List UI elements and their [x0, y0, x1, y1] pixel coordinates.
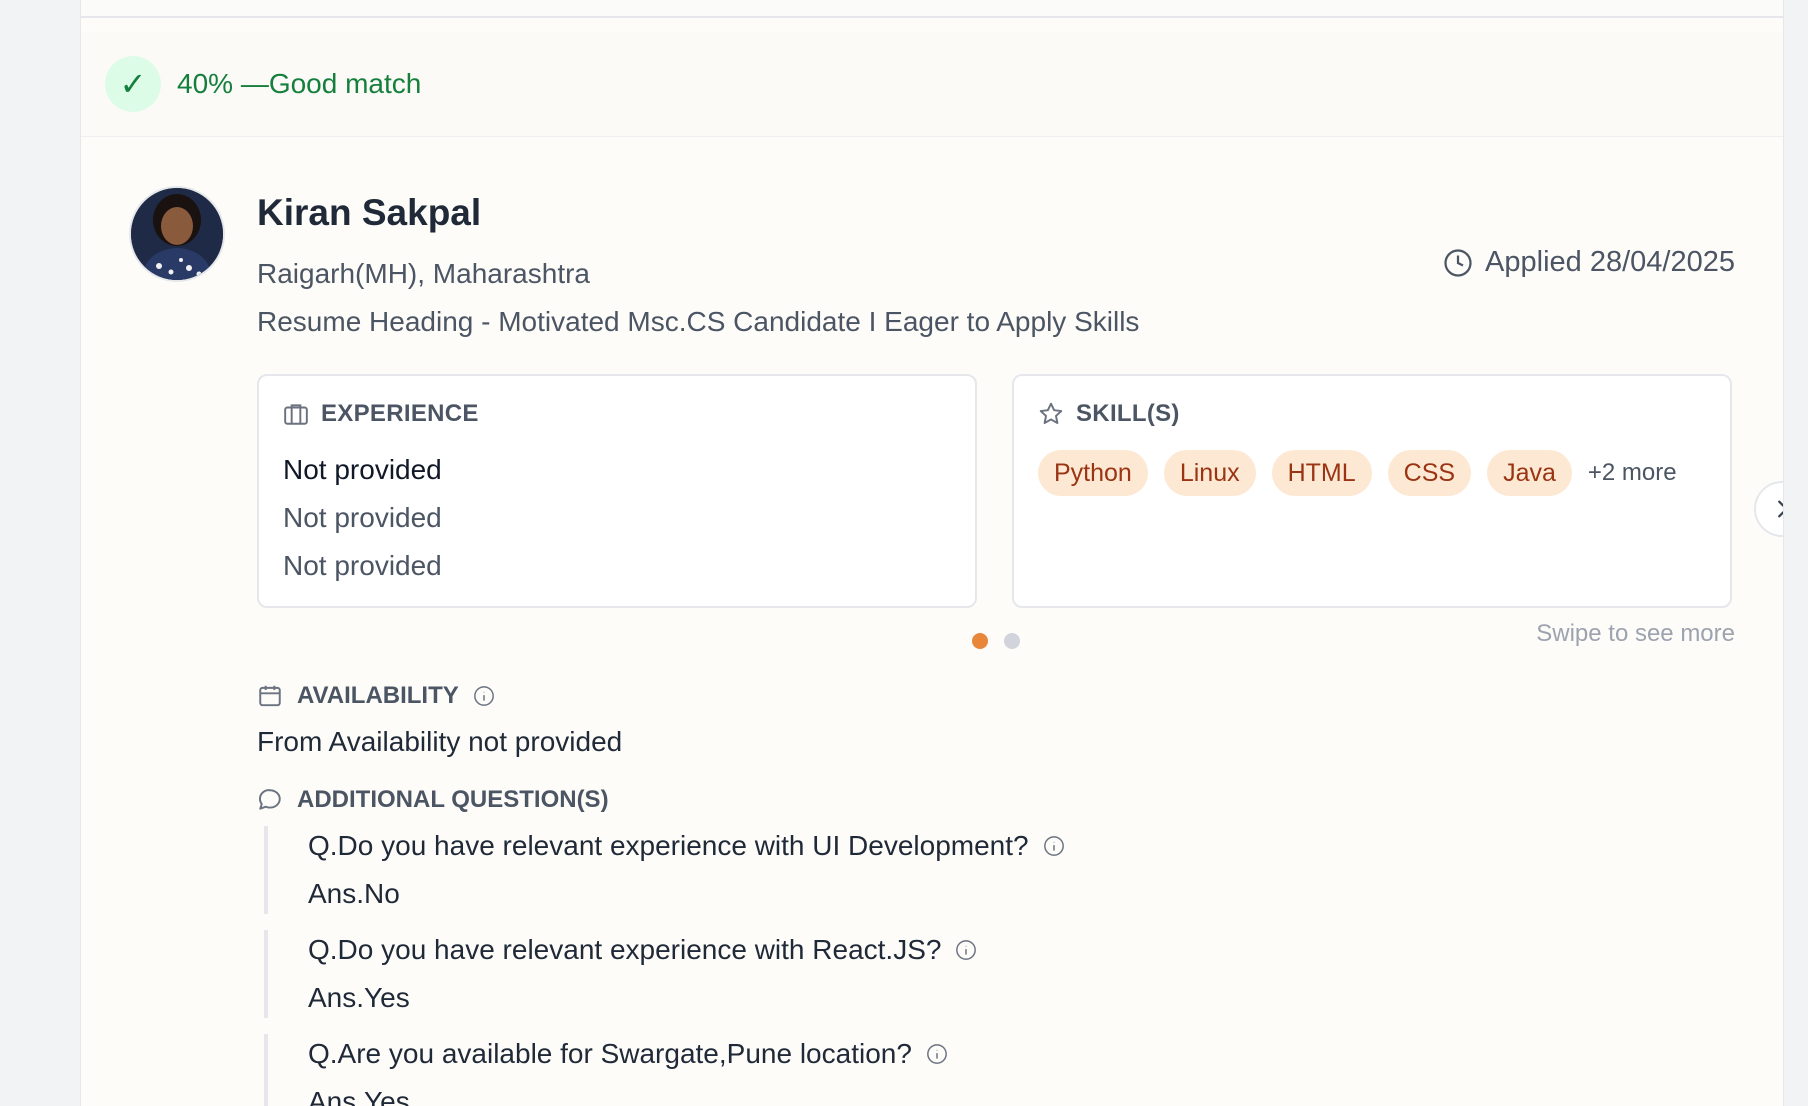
briefcase-icon	[283, 402, 309, 426]
availability-title-label: AVAILABILITY	[297, 682, 459, 709]
info-icon[interactable]	[955, 939, 977, 961]
experience-line: Not provided	[283, 502, 442, 533]
clock-icon	[1443, 248, 1473, 278]
question-item: Q.Do you have relevant experience with R…	[264, 930, 1468, 1018]
match-label: 40% —Good match	[177, 68, 422, 99]
experience-line: Not provided	[283, 550, 442, 581]
question-item: Q.Are you available for Swargate,Pune lo…	[264, 1034, 1468, 1106]
skill-chip: Java	[1487, 450, 1572, 496]
question-item: Q.Do you have relevant experience with U…	[264, 826, 1468, 914]
skills-panel: SKILL(S) Python Linux HTML CSS Java +2 m…	[1012, 374, 1732, 608]
applied-label: Applied 28/04/2025	[1485, 246, 1735, 278]
candidate-location: Raigarh(MH), Maharashtra	[257, 258, 590, 289]
question-text: Q.Are you available for Swargate,Pune lo…	[308, 1038, 948, 1070]
skills-title: SKILL(S)	[1038, 400, 1180, 428]
question-label: Q.Are you available for Swargate,Pune lo…	[308, 1038, 912, 1069]
question-text: Q.Do you have relevant experience with R…	[308, 934, 977, 966]
additional-questions-title: ADDITIONAL QUESTION(S)	[257, 786, 609, 814]
carousel-next-button[interactable]	[1754, 481, 1783, 537]
answer-text: Ans.No	[308, 878, 400, 909]
answer-text: Ans.Yes	[308, 982, 410, 1013]
info-icon[interactable]	[473, 685, 495, 707]
carousel-dot[interactable]	[1004, 633, 1020, 649]
experience-line: Not provided	[283, 454, 442, 485]
skill-chip: HTML	[1271, 450, 1372, 496]
calendar-icon	[257, 683, 283, 709]
resume-heading: Resume Heading - Motivated Msc.CS Candid…	[257, 306, 1140, 337]
availability-title: AVAILABILITY	[257, 682, 495, 710]
check-icon: ✓	[105, 56, 161, 112]
experience-panel: EXPERIENCE Not provided Not provided Not…	[257, 374, 977, 608]
chat-icon	[257, 787, 283, 813]
skill-chip: CSS	[1387, 450, 1472, 496]
skill-chip: Python	[1038, 450, 1148, 496]
carousel-dots	[972, 633, 1020, 649]
carousel-dot-active[interactable]	[972, 633, 988, 649]
question-label: Q.Do you have relevant experience with R…	[308, 934, 942, 965]
experience-title: EXPERIENCE	[283, 400, 479, 428]
candidate-name[interactable]: Kiran Sakpal	[257, 192, 481, 234]
availability-text: From Availability not provided	[257, 726, 623, 757]
additional-questions-title-label: ADDITIONAL QUESTION(S)	[297, 786, 609, 813]
swipe-hint: Swipe to see more	[1536, 620, 1735, 647]
match-banner: ✓ 40% —Good match	[81, 32, 1783, 137]
avatar[interactable]	[129, 186, 225, 282]
info-icon[interactable]	[1043, 835, 1065, 857]
info-icon[interactable]	[926, 1043, 948, 1065]
top-divider	[81, 0, 1783, 18]
skills-title-label: SKILL(S)	[1076, 400, 1180, 427]
skill-chips: Python Linux HTML CSS Java +2 more	[1038, 450, 1677, 496]
chevron-right-icon	[1771, 498, 1783, 520]
answer-text: Ans.Yes	[308, 1086, 410, 1106]
skills-more[interactable]: +2 more	[1588, 459, 1677, 487]
experience-title-label: EXPERIENCE	[321, 400, 479, 427]
applied-date: Applied 28/04/2025	[1443, 246, 1735, 279]
question-text: Q.Do you have relevant experience with U…	[308, 830, 1065, 862]
candidate-card: ✓ 40% —Good match Kiran Sakpal Raigarh(M…	[80, 0, 1784, 1106]
star-icon	[1038, 401, 1064, 427]
question-label: Q.Do you have relevant experience with U…	[308, 830, 1029, 861]
skill-chip: Linux	[1163, 450, 1256, 496]
